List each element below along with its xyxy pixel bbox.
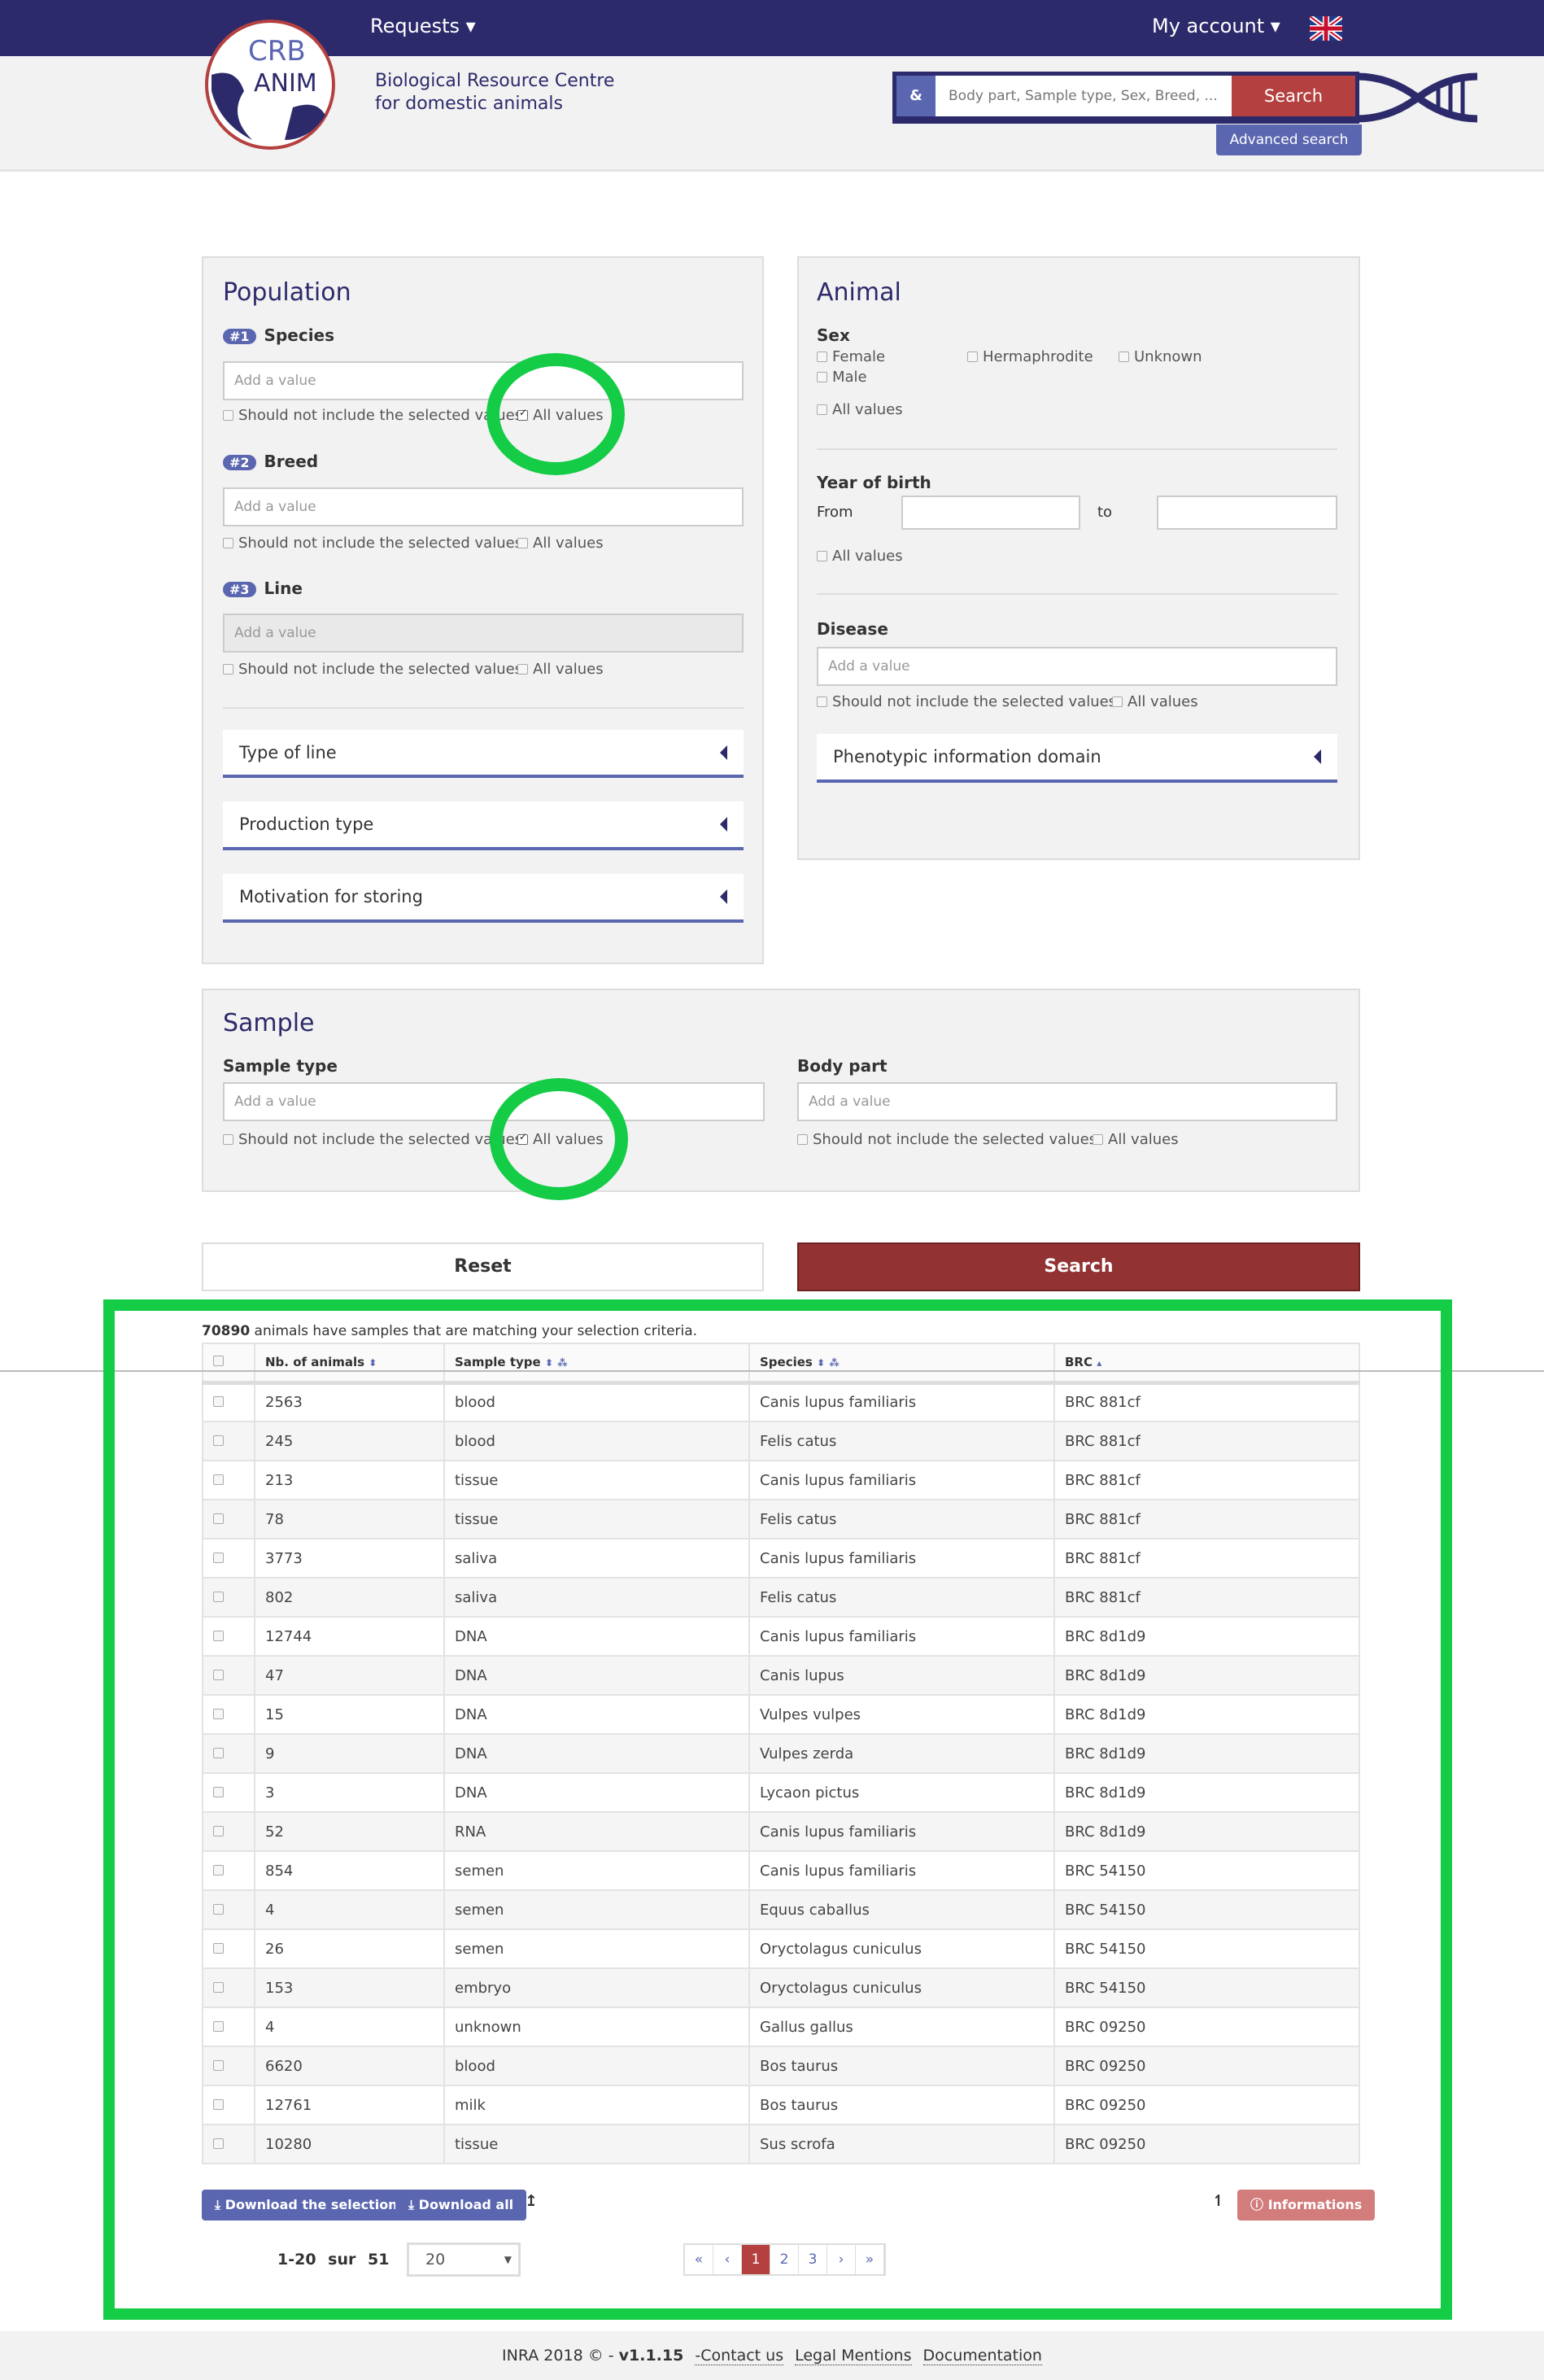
caret-left-icon	[1314, 749, 1321, 764]
contact-link[interactable]: -Contact us	[695, 2347, 784, 2365]
requests-menu[interactable]: Requests ▾	[370, 15, 476, 37]
highlight-circle	[490, 1078, 628, 1200]
quick-search: & Search	[892, 72, 1359, 124]
phenotypic-domain-dropdown[interactable]: Phenotypic information domain	[817, 734, 1337, 783]
year-all-values-checkbox[interactable]: All values	[817, 548, 903, 565]
tagline-line2: for domestic animals	[375, 94, 563, 114]
highlight-box	[103, 1299, 1452, 2320]
line-number-badge: #3	[223, 582, 256, 597]
to-label: to	[1097, 504, 1113, 521]
documentation-link[interactable]: Documentation	[922, 2347, 1042, 2365]
species-number-badge: #1	[223, 329, 256, 344]
reset-button[interactable]: Reset	[202, 1242, 764, 1291]
motivation-dropdown[interactable]: Motivation for storing	[223, 874, 744, 923]
highlight-circle	[486, 353, 625, 475]
tagline-line1: Biological Resource Centre	[375, 71, 615, 91]
dna-icon	[1357, 72, 1478, 123]
sample-type-label: Sample type	[223, 1056, 338, 1076]
male-checkbox[interactable]: Male	[817, 369, 867, 386]
sex-label: Sex	[817, 325, 850, 345]
advanced-search-button[interactable]: Advanced search	[1216, 124, 1362, 155]
disease-input[interactable]: Add a value	[817, 647, 1337, 686]
line-all-values-checkbox[interactable]: All values	[517, 661, 604, 678]
line-input[interactable]: Add a value	[223, 614, 744, 653]
disease-exclude-checkbox[interactable]: Should not include the selected values	[817, 693, 1116, 710]
year-from-input[interactable]	[901, 496, 1080, 530]
breed-all-values-checkbox[interactable]: All values	[517, 535, 604, 552]
my-account-menu[interactable]: My account ▾	[1152, 15, 1280, 37]
body-part-exclude-checkbox[interactable]: Should not include the selected values	[797, 1131, 1097, 1148]
sex-all-values-checkbox[interactable]: All values	[817, 401, 903, 418]
divider	[817, 593, 1337, 595]
body-part-all-values-checkbox[interactable]: All values	[1093, 1131, 1179, 1148]
version: v1.1.15	[618, 2347, 684, 2365]
breed-label: #2 Breed	[223, 452, 318, 471]
population-title: Population	[223, 278, 351, 307]
animal-title: Animal	[817, 278, 901, 307]
hermaphrodite-checkbox[interactable]: Hermaphrodite	[967, 348, 1093, 365]
female-checkbox[interactable]: Female	[817, 348, 885, 365]
svg-text:CRB: CRB	[248, 35, 306, 68]
legal-link[interactable]: Legal Mentions	[795, 2347, 912, 2365]
disease-label: Disease	[817, 619, 888, 639]
breed-input[interactable]: Add a value	[223, 487, 744, 526]
sample-title: Sample	[223, 1009, 315, 1037]
and-operator-button[interactable]: &	[896, 76, 936, 116]
unknown-checkbox[interactable]: Unknown	[1119, 348, 1202, 365]
body-part-label: Body part	[797, 1056, 888, 1076]
caret-left-icon	[720, 889, 727, 904]
breed-number-badge: #2	[223, 455, 256, 470]
year-to-input[interactable]	[1157, 496, 1337, 530]
caret-left-icon	[720, 745, 727, 760]
copyright: INRA 2018 © -	[502, 2347, 619, 2365]
sample-type-exclude-checkbox[interactable]: Should not include the selected values	[223, 1131, 522, 1148]
sample-type-input[interactable]: Add a value	[223, 1082, 765, 1121]
line-label: #3 Line	[223, 579, 303, 598]
species-label: #1 Species	[223, 325, 334, 345]
breed-label-text: Breed	[264, 452, 319, 471]
body-part-input[interactable]: Add a value	[797, 1082, 1337, 1121]
line-exclude-checkbox[interactable]: Should not include the selected values	[223, 661, 522, 678]
year-of-birth-label: Year of birth	[817, 473, 931, 492]
tagline: Biological Resource Centre for domestic a…	[375, 70, 614, 116]
line-label-text: Line	[264, 579, 303, 598]
uk-flag-icon[interactable]	[1310, 16, 1342, 41]
crb-anim-logo[interactable]: CRBANIM	[203, 18, 337, 151]
quick-search-input[interactable]	[936, 76, 1232, 116]
type-of-line-dropdown[interactable]: Type of line	[223, 730, 744, 778]
from-label: From	[817, 504, 853, 521]
species-input[interactable]: Add a value	[223, 361, 744, 400]
caret-left-icon	[720, 817, 727, 832]
species-label-text: Species	[264, 325, 335, 345]
species-exclude-checkbox[interactable]: Should not include the selected values	[223, 407, 522, 424]
breed-exclude-checkbox[interactable]: Should not include the selected values	[223, 535, 522, 552]
production-type-dropdown[interactable]: Production type	[223, 801, 744, 850]
divider	[817, 448, 1337, 450]
quick-search-button[interactable]: Search	[1232, 76, 1355, 116]
footer: INRA 2018 © - v1.1.15 -Contact us Legal Me…	[0, 2331, 1544, 2380]
disease-all-values-checkbox[interactable]: All values	[1112, 693, 1198, 710]
divider	[223, 707, 744, 709]
svg-text:ANIM: ANIM	[254, 69, 317, 98]
search-button[interactable]: Search	[797, 1242, 1360, 1291]
